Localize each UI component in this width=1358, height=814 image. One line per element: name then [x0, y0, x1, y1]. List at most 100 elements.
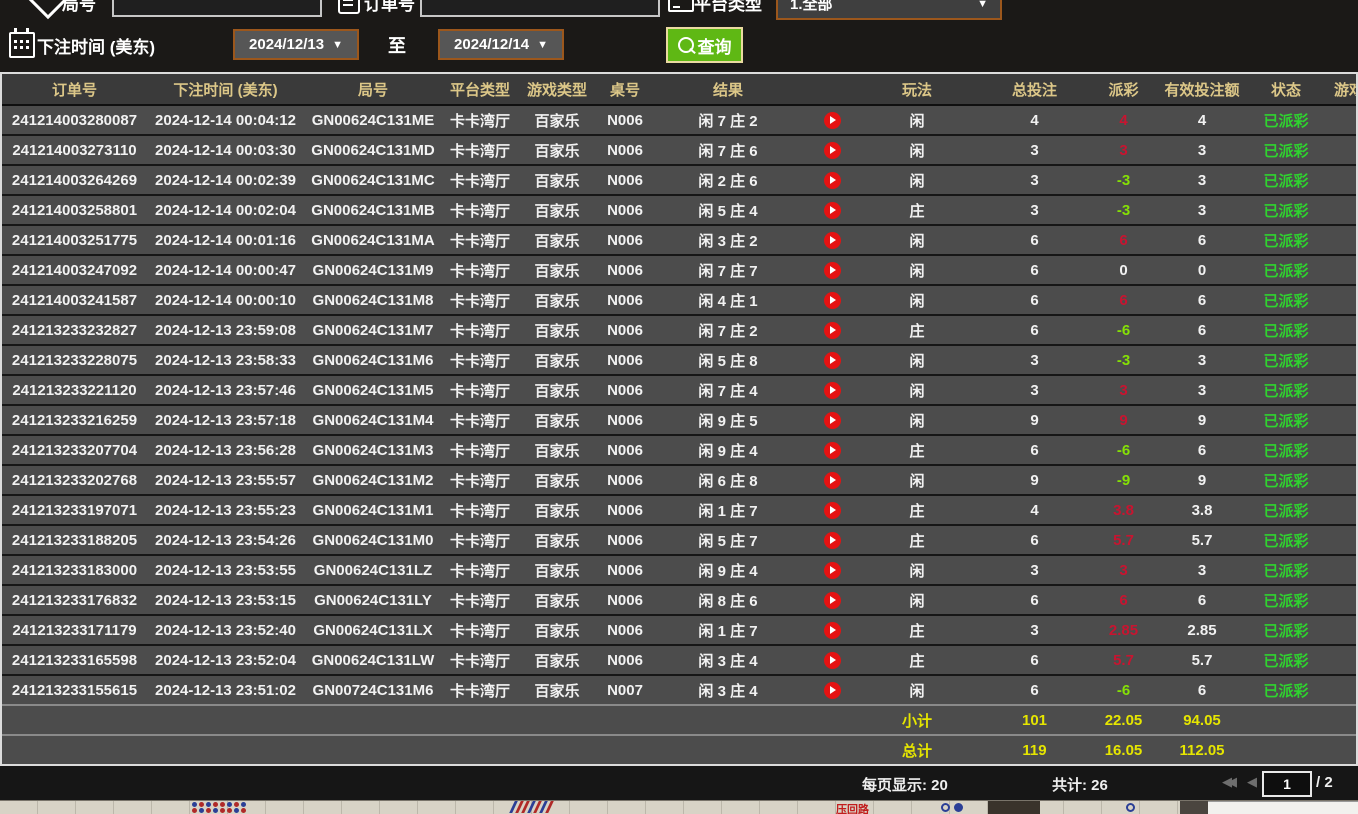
- platform-type-select[interactable]: 1.全部 ▼: [776, 0, 1002, 20]
- result-cell: 闲 7 庄 2: [698, 322, 758, 340]
- play-icon: [830, 146, 836, 154]
- play-cell: [802, 531, 862, 549]
- payout-cell: 3: [1119, 141, 1128, 159]
- status-cell: 已派彩: [1263, 172, 1309, 190]
- date-to-select[interactable]: 2024/12/14 ▼: [438, 29, 564, 60]
- valid-bet-cell: 2.85: [1187, 621, 1217, 639]
- total-bet-cell: 4: [1030, 111, 1039, 129]
- play-video-button[interactable]: [823, 591, 841, 609]
- round-cell: GN00624C131M4: [312, 411, 434, 429]
- chevron-down-icon: ▼: [977, 0, 988, 10]
- bet-side-cell: 庄: [909, 622, 925, 640]
- play-video-button[interactable]: [823, 261, 841, 279]
- round-cell: GN00624C131ME: [311, 111, 435, 129]
- total-bet-cell: 6: [1030, 531, 1039, 549]
- play-cell: [802, 591, 862, 609]
- platform-cell: 卡卡湾厅: [449, 352, 510, 370]
- date-from-value: 2024/12/13: [249, 36, 325, 53]
- game-type-cell: 百家乐: [534, 172, 580, 190]
- result-cell: 闲 7 庄 6: [698, 142, 758, 160]
- grand-total-row: 总计 119 16.05 112.05: [2, 736, 1356, 764]
- time-cell: 2024-12-13 23:58:33: [155, 351, 296, 369]
- total-bet-cell: 6: [1030, 651, 1039, 669]
- play-video-button[interactable]: [823, 681, 841, 699]
- play-video-button[interactable]: [823, 561, 841, 579]
- game-type-cell: 百家乐: [534, 502, 580, 520]
- play-video-button[interactable]: [823, 651, 841, 669]
- play-video-button[interactable]: [823, 171, 841, 189]
- round-number-input[interactable]: [112, 0, 322, 17]
- result-cell: 闲 3 庄 4: [698, 682, 758, 700]
- play-video-button[interactable]: [823, 471, 841, 489]
- game-type-cell: 百家乐: [534, 592, 580, 610]
- play-video-button[interactable]: [823, 201, 841, 219]
- play-video-button[interactable]: [823, 381, 841, 399]
- time-cell: 2024-12-13 23:54:26: [155, 531, 296, 549]
- totals-value: 119: [1022, 741, 1047, 759]
- table-no-cell: N006: [607, 531, 643, 549]
- payout-cell: 4: [1119, 111, 1128, 129]
- total-bet-cell: 4: [1030, 501, 1039, 519]
- play-cell: [802, 441, 862, 459]
- play-cell: [802, 681, 862, 699]
- page-number-input[interactable]: [1262, 771, 1312, 797]
- table-body: 241214003280087 2024-12-14 00:04:12 GN0062…: [2, 106, 1356, 706]
- calendar-icon: [9, 28, 35, 58]
- play-video-button[interactable]: [823, 321, 841, 339]
- platform-cell: 卡卡湾厅: [449, 232, 510, 250]
- platform-cell: 卡卡湾厅: [449, 532, 510, 550]
- order-cell: 241213233202768: [11, 471, 138, 489]
- time-cell: 2024-12-13 23:53:55: [155, 561, 296, 579]
- payout-cell: 6: [1119, 291, 1128, 309]
- platform-cell: 卡卡湾厅: [449, 652, 510, 670]
- platform-cell: 卡卡湾厅: [449, 322, 510, 340]
- time-cell: 2024-12-14 00:04:12: [155, 111, 296, 129]
- bet-side-cell: 庄: [909, 202, 925, 220]
- platform-cell: 卡卡湾厅: [449, 502, 510, 520]
- table-no-cell: N006: [607, 411, 643, 429]
- payout-cell: 2.85: [1108, 621, 1139, 639]
- table-row: 241213233155615 2024-12-13 23:51:02 GN0072…: [2, 676, 1356, 706]
- status-cell: 已派彩: [1263, 502, 1309, 520]
- first-page-icon[interactable]: ◀◀: [1222, 774, 1237, 790]
- roadmap-circle-icon: [941, 803, 950, 812]
- play-video-button[interactable]: [823, 441, 841, 459]
- table-no-cell: N006: [607, 501, 643, 519]
- payout-cell: -6: [1116, 681, 1131, 699]
- game-type-cell: 百家乐: [534, 262, 580, 280]
- total-count-label: 共计: 26: [1052, 777, 1108, 794]
- table-row: 241213233197071 2024-12-13 23:55:23 GN0062…: [2, 496, 1356, 526]
- play-video-button[interactable]: [823, 501, 841, 519]
- column-header: 订单号: [51, 81, 97, 99]
- status-cell: 已派彩: [1263, 382, 1309, 400]
- order-number-input[interactable]: [420, 0, 660, 17]
- column-header: 游戏类型: [526, 81, 587, 99]
- prev-page-icon[interactable]: ◀: [1247, 774, 1257, 790]
- game-type-cell: 百家乐: [534, 352, 580, 370]
- bet-side-cell: 闲: [909, 472, 925, 490]
- round-cell: GN00624C131M5: [312, 381, 434, 399]
- play-cell: [802, 261, 862, 279]
- totals-label: 小计: [901, 712, 932, 730]
- play-video-button[interactable]: [823, 531, 841, 549]
- table-row: 241213233232827 2024-12-13 23:59:08 GN0062…: [2, 316, 1356, 346]
- status-cell: 已派彩: [1263, 652, 1309, 670]
- play-video-button[interactable]: [823, 231, 841, 249]
- play-video-button[interactable]: [823, 621, 841, 639]
- play-video-button[interactable]: [823, 111, 841, 129]
- bet-records-screen: 局号 订单号 平台类型 1.全部 ▼ 下注时间 (美东) 2024/12/13 …: [0, 0, 1358, 814]
- total-bet-cell: 3: [1030, 621, 1039, 639]
- play-video-button[interactable]: [823, 141, 841, 159]
- play-video-button[interactable]: [823, 411, 841, 429]
- payout-cell: -6: [1116, 441, 1131, 459]
- table-no-cell: N006: [607, 291, 643, 309]
- date-from-select[interactable]: 2024/12/13 ▼: [233, 29, 359, 60]
- bet-side-cell: 闲: [909, 562, 925, 580]
- round-cell: GN00624C131LW: [311, 651, 435, 669]
- search-button[interactable]: 查询: [666, 27, 743, 63]
- payout-cell: -3: [1116, 201, 1131, 219]
- game-type-cell: 百家乐: [534, 202, 580, 220]
- play-video-button[interactable]: [823, 351, 841, 369]
- result-cell: 闲 9 庄 5: [698, 412, 758, 430]
- play-video-button[interactable]: [823, 291, 841, 309]
